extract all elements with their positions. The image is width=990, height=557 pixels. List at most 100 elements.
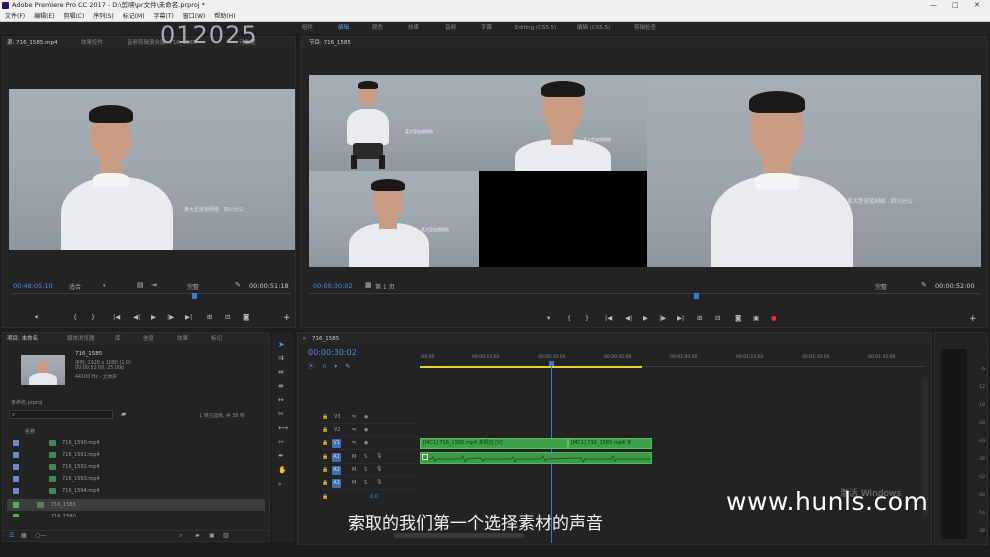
work-area-bar[interactable] (420, 366, 642, 368)
source-mark-in-icon[interactable]: { (73, 313, 77, 321)
workspace-titles[interactable]: 字幕 (481, 22, 492, 34)
lock-icon[interactable]: 🔒 (322, 494, 328, 500)
source-export-frame-camera-icon[interactable]: ◙ (243, 313, 249, 321)
list-item[interactable]: 716_1592.mp4 (7, 461, 265, 473)
workspace-assembly[interactable]: 组件 (302, 22, 313, 34)
workspace-editing-cs55-cn[interactable]: 编辑 (CS5.5) (577, 22, 610, 34)
voiceover-mic-icon[interactable]: 🎙 (376, 479, 382, 485)
source-insert-icon[interactable]: ⇥ (151, 281, 157, 289)
program-time-ruler[interactable] (309, 293, 981, 301)
program-add-button-icon[interactable]: + (969, 314, 977, 324)
workspace-editing[interactable]: 编辑 (338, 22, 349, 34)
source-quality-select[interactable]: 完整 (187, 282, 199, 291)
lock-icon[interactable]: 🔒 (322, 454, 328, 460)
add-marker-timeline-icon[interactable]: ▾ (334, 363, 337, 370)
source-step-forward-icon[interactable]: |▶ (167, 313, 174, 321)
program-playhead[interactable] (694, 293, 699, 299)
project-search-input[interactable]: ⌕ (9, 410, 113, 419)
list-item[interactable]: 716_1593.mp4 (7, 473, 265, 485)
menu-sequence[interactable]: 序列(S) (93, 11, 114, 22)
source-timecode-current[interactable]: 00:48:05:10 (13, 282, 53, 290)
tab-markers[interactable]: 标记 (211, 333, 222, 345)
list-item-selected[interactable]: 716_1585 (7, 499, 265, 511)
program-go-to-in-icon[interactable]: |◀ (605, 314, 612, 322)
workspace-review[interactable]: 剪辑检查 (634, 22, 656, 34)
program-settings-wrench-icon[interactable]: ✎ (921, 281, 927, 289)
source-time-ruler[interactable] (11, 293, 291, 301)
workspace-color[interactable]: 颜色 (372, 22, 383, 34)
slip-tool-icon[interactable]: ⟷ (278, 424, 288, 432)
source-go-to-in-icon[interactable]: |◀ (113, 313, 120, 321)
multicam-angle-3-selected[interactable]: 某大型连锁网络 (309, 171, 479, 267)
source-mark-out-icon[interactable]: } (91, 313, 95, 321)
workspace-editing-cs55[interactable]: Editing (CS5.5) (515, 22, 556, 34)
lock-icon[interactable]: 🔒 (322, 427, 328, 433)
lock-icon[interactable]: 🔒 (322, 440, 328, 446)
timeline-close-icon[interactable]: × (302, 333, 307, 345)
mute-icon[interactable]: M (352, 480, 356, 486)
hand-tool-icon[interactable]: ✋ (278, 466, 287, 474)
source-play-icon[interactable]: ▶ (151, 313, 156, 321)
tab-project[interactable]: 项目: 未命名 (7, 333, 38, 345)
menu-marker[interactable]: 标记(M) (123, 11, 145, 22)
track-label-targeted[interactable]: V1 (332, 439, 341, 448)
source-add-marker-icon[interactable]: ▾ (35, 313, 38, 321)
tab-media-browser[interactable]: 媒体浏览器 (67, 333, 95, 345)
program-play-icon[interactable]: ▶ (643, 314, 648, 322)
tab-libraries[interactable]: 库 (115, 333, 121, 345)
program-record-icon[interactable]: ● (771, 314, 777, 322)
program-mark-out-icon[interactable]: } (585, 314, 589, 322)
find-icon[interactable]: ⌕ (179, 532, 182, 540)
list-item[interactable]: 716_1580 (7, 511, 265, 517)
track-label-targeted[interactable]: A1 (332, 453, 341, 462)
timeline-timecode[interactable]: 00:00:30:02 (308, 348, 357, 357)
solo-icon[interactable]: S (364, 480, 367, 486)
ripple-edit-tool-icon[interactable]: ⇹ (278, 368, 284, 376)
source-settings-wrench-icon[interactable]: ✎ (235, 281, 241, 289)
tab-source[interactable]: 源: 716_1585.mp4 (7, 37, 57, 49)
program-mark-in-icon[interactable]: { (567, 314, 571, 322)
solo-icon[interactable]: S (364, 467, 367, 473)
program-extract-icon[interactable]: ⊟ (715, 314, 720, 322)
source-export-frame-icon[interactable]: ▤ (137, 281, 144, 289)
tab-sequence[interactable]: 716_1585 (312, 333, 339, 345)
tab-effect-controls[interactable]: 效果控件 (81, 37, 103, 49)
multicam-angle-4-empty[interactable] (479, 171, 647, 267)
list-item[interactable]: 716_1591.mp4 (7, 449, 265, 461)
pen-tool-icon[interactable]: ✒ (278, 452, 284, 460)
source-video-frame[interactable]: 某大型连锁网络 · 四川分公 (9, 89, 295, 250)
program-export-frame-camera-icon[interactable]: ◙ (735, 314, 741, 322)
clip-a1-audio[interactable] (420, 452, 652, 464)
track-label-targeted[interactable]: A3 (332, 479, 341, 488)
clear-icon[interactable]: ▥ (223, 532, 229, 539)
menu-file[interactable]: 文件(F) (5, 11, 25, 22)
list-view-icon[interactable]: ☰ (9, 532, 14, 539)
solo-icon[interactable]: S (364, 454, 367, 460)
workspace-effects[interactable]: 效果 (408, 22, 419, 34)
program-quality-select[interactable]: 完整 (875, 282, 887, 291)
clip-v1-multicam[interactable]: [MC1] 716_1585.mp4 多机位 [V] (420, 438, 568, 449)
selection-tool-icon[interactable]: ➤ (278, 340, 285, 349)
new-item-icon[interactable]: ▣ (209, 532, 215, 539)
voiceover-mic-icon[interactable]: 🎙 (376, 453, 382, 459)
program-multicam-toggle-icon[interactable]: ▣ (753, 314, 759, 322)
track-select-tool-icon[interactable]: ⇉ (278, 354, 284, 362)
master-volume-value[interactable]: 0.0 (370, 494, 378, 500)
bin-icon[interactable]: ▰ (195, 532, 200, 539)
source-zoom-chevron-icon[interactable]: ▾ (103, 283, 106, 289)
program-lift-icon[interactable]: ⊞ (697, 314, 702, 322)
program-step-forward-icon[interactable]: |▶ (659, 314, 666, 322)
source-step-back-icon[interactable]: ◀| (133, 313, 140, 321)
sync-lock-icon[interactable]: ⇋ (352, 440, 356, 446)
eye-icon[interactable]: ◉ (364, 414, 368, 420)
rolling-edit-tool-icon[interactable]: ⇼ (278, 382, 284, 390)
menu-edit[interactable]: 编辑(E) (34, 11, 54, 22)
linked-selection-icon[interactable]: ∩ (322, 363, 326, 370)
tab-effects[interactable]: 效果 (177, 333, 188, 345)
minimize-button[interactable]: — (930, 0, 937, 11)
project-item-thumbnail[interactable] (21, 355, 65, 385)
source-go-to-out-icon[interactable]: ▶| (185, 313, 192, 321)
program-timecode-current[interactable]: 00:00:30:02 (313, 282, 353, 290)
source-overwrite-button-icon[interactable]: ⊟ (225, 313, 230, 321)
program-step-back-icon[interactable]: ◀| (625, 314, 632, 322)
